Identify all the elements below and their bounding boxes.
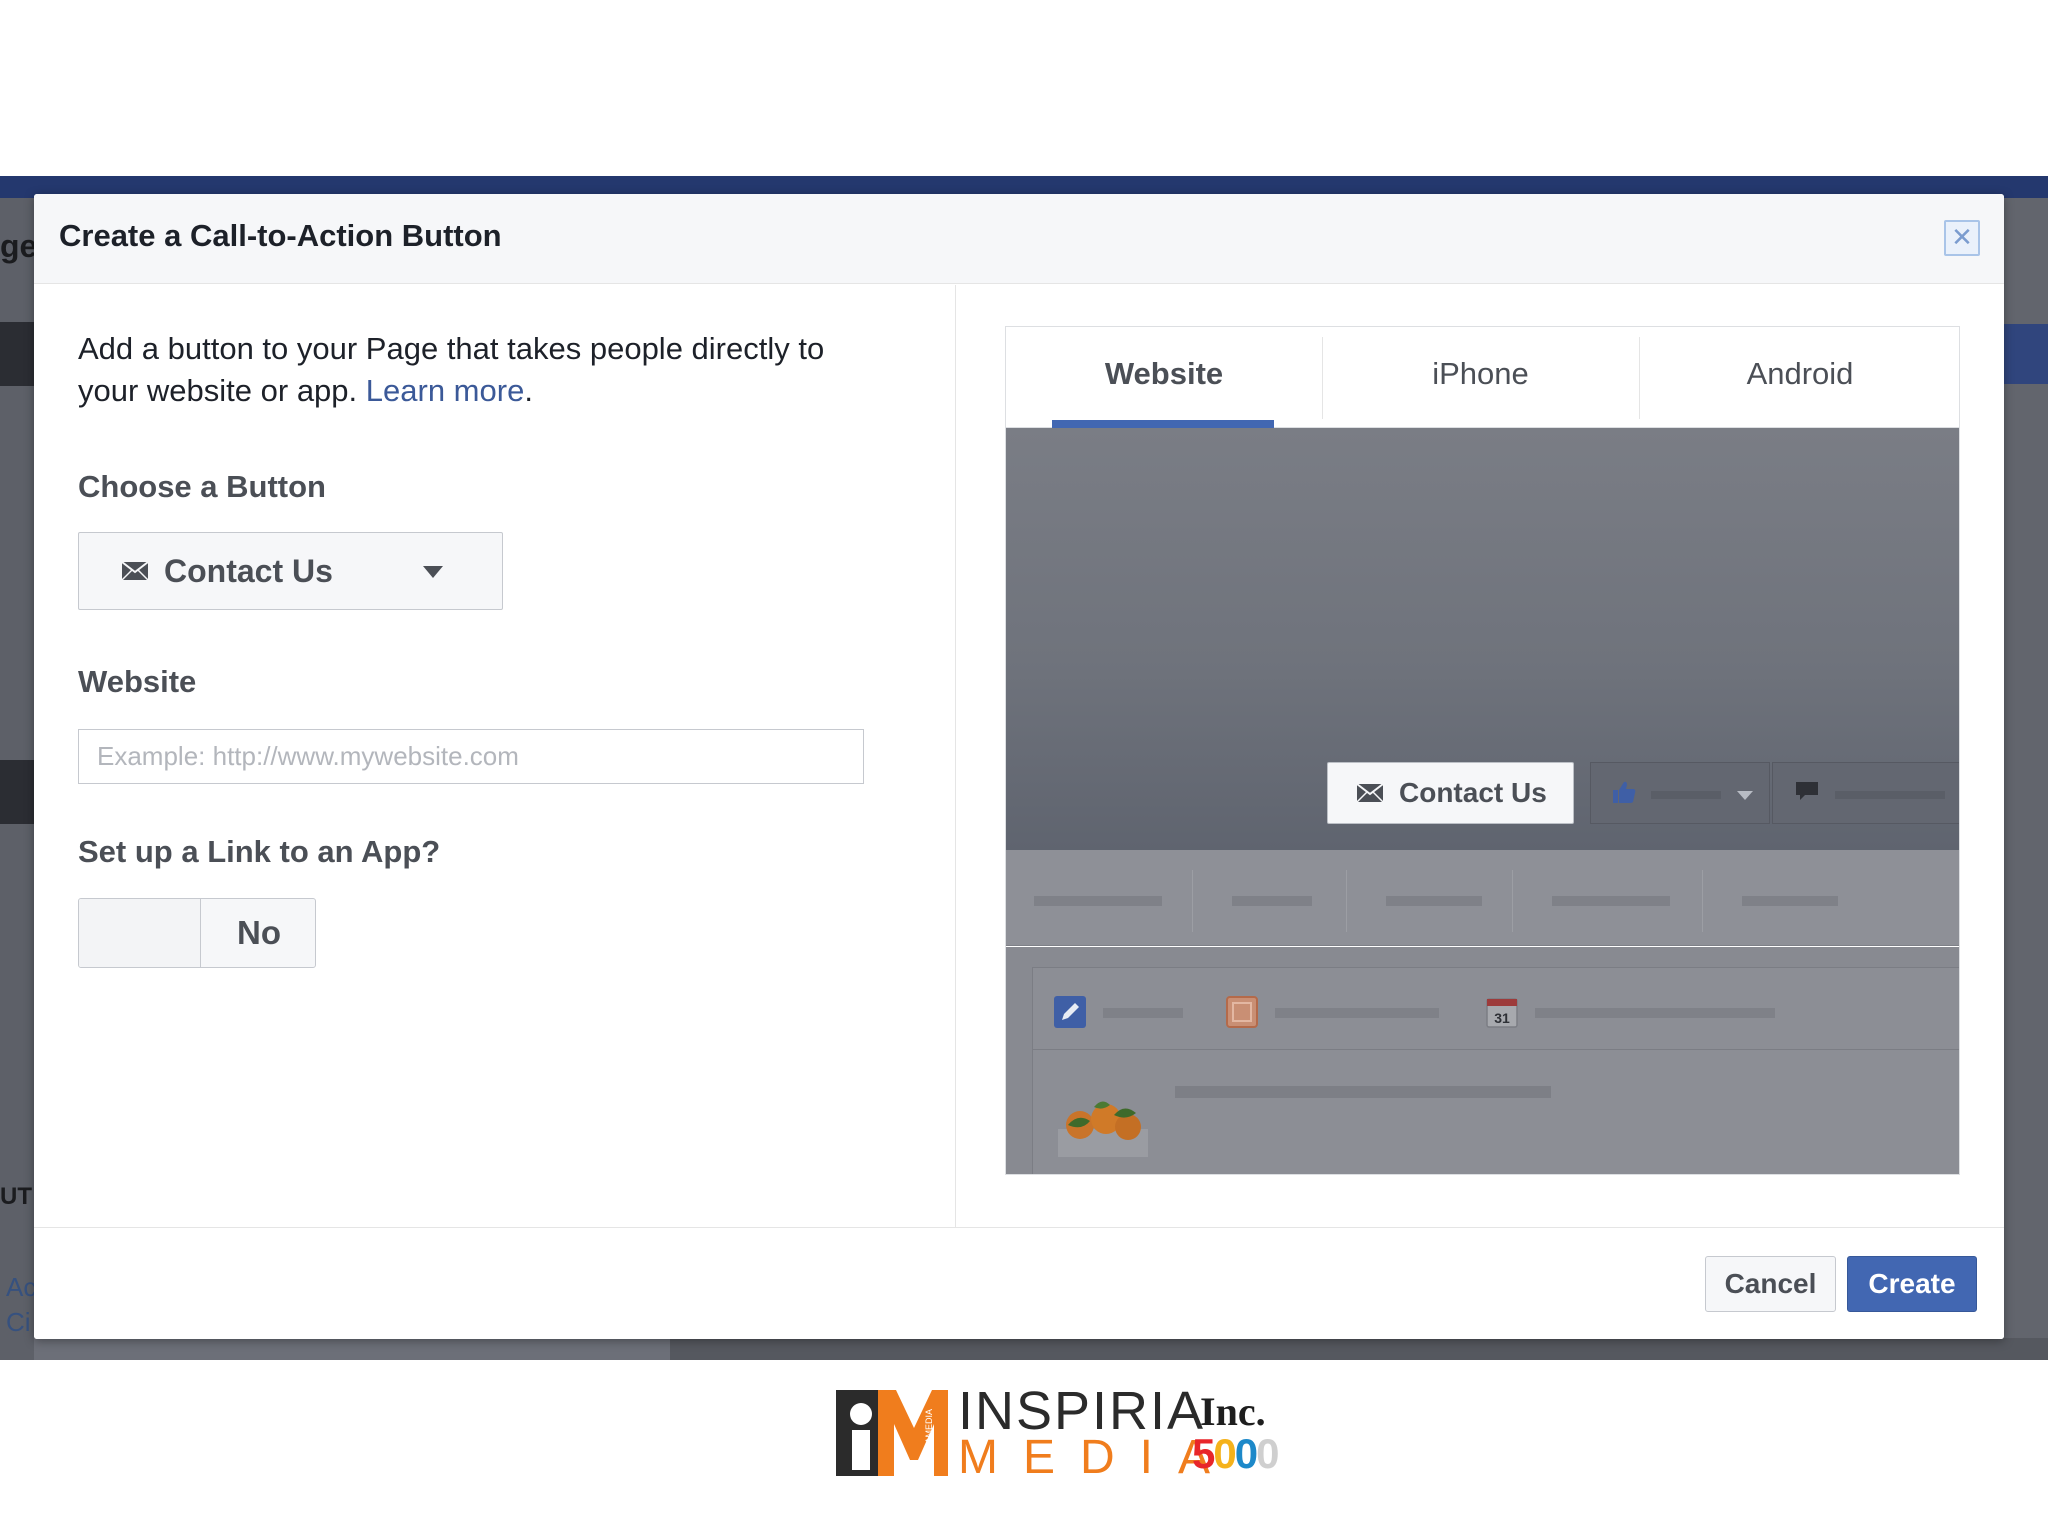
placeholder-line xyxy=(1034,896,1162,906)
chevron-down-icon xyxy=(423,566,443,578)
photo-icon xyxy=(1226,996,1258,1028)
background-text-fragment: Ac xyxy=(6,1272,37,1302)
create-button[interactable]: Create xyxy=(1847,1256,1977,1312)
envelope-icon xyxy=(1356,783,1384,803)
cta-dialog: Create a Call-to-Action Button ✕ Add a b… xyxy=(34,194,2004,1339)
background-bottom-shade xyxy=(670,1338,2048,1360)
background-right-bar xyxy=(2002,324,2048,384)
tab-android[interactable]: Android xyxy=(1639,327,1959,428)
preview-cta-label: Contact Us xyxy=(1399,777,1547,808)
inc-5000-digit: 0 xyxy=(1213,1430,1236,1477)
background-left-bar-b xyxy=(0,760,34,824)
placeholder-line xyxy=(1535,1008,1775,1018)
envelope-icon xyxy=(121,561,149,581)
screenshot-stage: ge UT Ac Ci Create a Call-to-Action Butt… xyxy=(0,0,2048,1536)
logo-mark-text: INSPIRIAMEDIA xyxy=(924,1409,934,1476)
close-icon[interactable]: ✕ xyxy=(1944,220,1980,256)
profile-picture-icon xyxy=(1058,1101,1148,1157)
pencil-icon xyxy=(1054,996,1086,1028)
tab-website[interactable]: Website xyxy=(1006,327,1322,428)
tab-iphone[interactable]: iPhone xyxy=(1322,327,1639,428)
calendar-icon: 31 xyxy=(1486,998,1518,1028)
placeholder-line xyxy=(1175,1086,1551,1098)
preview-page-nav xyxy=(1006,850,1959,946)
toggle-off-side xyxy=(79,899,201,967)
background-text-fragment: ge xyxy=(0,228,38,264)
placeholder-line xyxy=(1742,896,1838,906)
preview-feed: 31 xyxy=(1006,947,1959,1174)
composer-toolbar: 31 xyxy=(1033,968,1959,1050)
dialog-body: Add a button to your Page that takes peo… xyxy=(34,285,2004,1227)
choose-button-label: Choose a Button xyxy=(78,469,326,504)
app-link-toggle[interactable]: No xyxy=(78,898,316,968)
selected-button-label: Contact Us xyxy=(164,553,333,589)
preview-cover-photo: Contact Us xyxy=(1006,428,1959,850)
placeholder-line xyxy=(1835,791,1945,799)
nav-separator xyxy=(1702,870,1703,932)
page-preview: Website iPhone Android Contact Us 31 xyxy=(1005,326,1960,1175)
chevron-down-icon xyxy=(1737,791,1753,800)
placeholder-line xyxy=(1103,1008,1183,1018)
calendar-day-text: 31 xyxy=(1494,1010,1510,1026)
website-label: Website xyxy=(78,664,197,699)
preview-composer: 31 xyxy=(1032,967,1959,1174)
button-type-dropdown[interactable]: Contact Us xyxy=(78,532,503,610)
nav-separator xyxy=(1346,870,1347,932)
app-link-label: Set up a Link to an App? xyxy=(78,834,441,869)
inc-5000-text: 5000 xyxy=(1192,1430,1279,1478)
active-tab-indicator xyxy=(1052,420,1274,428)
preview-cta-button: Contact Us xyxy=(1327,762,1574,824)
inc-5000-digit: 5 xyxy=(1192,1430,1215,1477)
placeholder-line xyxy=(1386,896,1482,906)
background-left-bar-a xyxy=(0,322,34,386)
preview-like-button xyxy=(1590,762,1770,824)
background-text-fragment: UT xyxy=(0,1183,32,1210)
settings-column: Add a button to your Page that takes peo… xyxy=(34,285,956,1227)
dialog-header: Create a Call-to-Action Button ✕ xyxy=(34,194,2004,284)
preview-message-button xyxy=(1772,762,1959,824)
dialog-footer: Cancel Create xyxy=(34,1227,2004,1339)
nav-separator xyxy=(1512,870,1513,932)
preview-tabs: Website iPhone Android xyxy=(1006,327,1959,428)
placeholder-line xyxy=(1232,896,1312,906)
cancel-button[interactable]: Cancel xyxy=(1705,1256,1836,1312)
inspiria-media-logo: INSPIRIAMEDIA INSPIRIA MEDIA Inc. 5000 xyxy=(830,1380,1300,1484)
inspiria-media-logo-mark: INSPIRIAMEDIA xyxy=(836,1390,948,1476)
placeholder-line xyxy=(1275,1008,1439,1018)
placeholder-line xyxy=(1552,896,1670,906)
background-text-fragment: Ci xyxy=(6,1307,31,1337)
nav-separator xyxy=(1192,870,1193,932)
learn-more-link[interactable]: Learn more xyxy=(366,373,525,408)
inc-5000-digit: 0 xyxy=(1256,1430,1279,1477)
website-url-input[interactable] xyxy=(78,729,864,784)
thumbs-up-icon xyxy=(1613,781,1636,803)
toggle-value: No xyxy=(237,914,281,951)
inc-5000-digit: 0 xyxy=(1234,1430,1258,1477)
dialog-title: Create a Call-to-Action Button xyxy=(59,218,502,253)
placeholder-line xyxy=(1651,791,1721,799)
inc-logo-text: Inc. xyxy=(1200,1389,1266,1434)
dialog-description: Add a button to your Page that takes peo… xyxy=(78,331,825,408)
message-bubble-icon xyxy=(1796,782,1818,800)
